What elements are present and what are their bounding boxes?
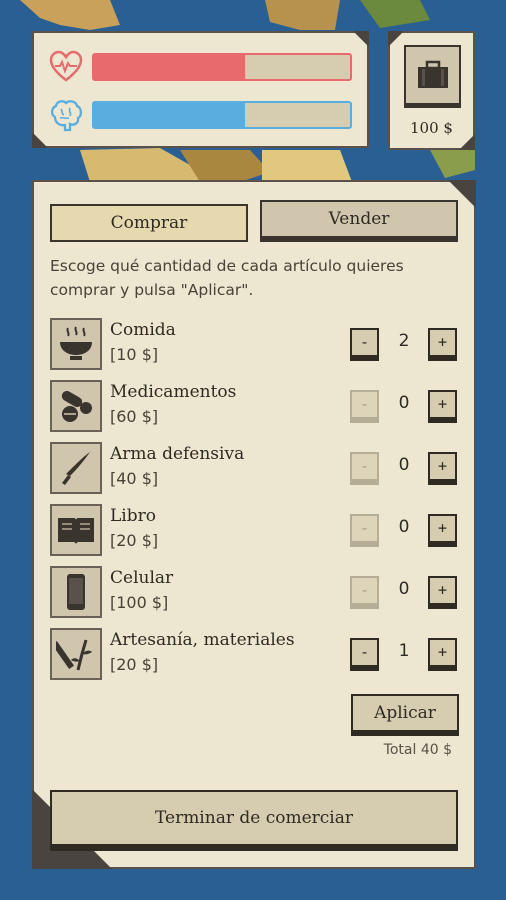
decrease-button[interactable]: - — [350, 576, 379, 605]
instructions-text: Escoge qué cantidad de cada artículo qui… — [50, 257, 404, 299]
item-icon-box — [50, 628, 102, 680]
item-row-weapon: Arma defensiva [40 $] - 0 + — [50, 442, 460, 496]
increase-button[interactable]: + — [428, 638, 457, 667]
item-price: [20 $] — [110, 531, 159, 550]
heart-icon — [49, 50, 83, 82]
item-row-book: Libro [20 $] - 0 + — [50, 504, 460, 558]
item-name: Comida — [110, 320, 176, 340]
quantity-value: 1 — [398, 641, 410, 661]
item-name: Artesanía, materiales — [110, 630, 295, 650]
increase-button[interactable]: + — [428, 452, 457, 481]
crafts-icon — [56, 639, 92, 671]
quantity-value: 0 — [398, 393, 410, 413]
item-row-crafts: Artesanía, materiales [20 $] - 1 + — [50, 628, 460, 682]
item-name: Medicamentos — [110, 382, 237, 402]
quantity-value: 0 — [398, 579, 410, 599]
book-icon — [58, 518, 94, 544]
finish-trading-button[interactable]: Terminar de comerciar — [50, 790, 458, 846]
mind-row — [48, 97, 352, 133]
inventory-button[interactable] — [404, 45, 461, 105]
item-row-medicine: Medicamentos [60 $] - 0 + — [50, 380, 460, 434]
pills-icon — [61, 391, 92, 422]
item-icon-box — [50, 442, 102, 494]
quantity-value: 2 — [398, 331, 410, 351]
quantity-value: 0 — [398, 455, 410, 475]
apply-button[interactable]: Aplicar — [351, 694, 459, 732]
tab-sell[interactable]: Vender — [260, 200, 458, 238]
health-row — [48, 49, 352, 85]
knife-icon — [62, 452, 90, 485]
quantity-value: 0 — [398, 517, 410, 537]
mind-bar — [92, 101, 352, 129]
item-name: Arma defensiva — [110, 444, 245, 464]
item-icon-box — [50, 318, 102, 370]
item-icon-box — [50, 566, 102, 618]
health-bar — [92, 53, 352, 81]
food-bowl-icon — [60, 326, 92, 360]
item-price: [40 $] — [110, 469, 159, 488]
phone-icon — [67, 574, 85, 610]
item-price: [10 $] — [110, 345, 159, 364]
item-price: [100 $] — [110, 593, 169, 612]
money-amount: 100 $ — [410, 119, 453, 137]
decrease-button[interactable]: - — [350, 328, 379, 357]
brain-icon — [50, 100, 83, 132]
total-amount: Total 40 $ — [383, 742, 452, 758]
mind-bar-fill — [94, 103, 246, 127]
item-row-phone: Celular [100 $] - 0 + — [50, 566, 460, 620]
wallet-panel: 100 $ — [388, 31, 475, 150]
item-icon-box — [50, 504, 102, 556]
health-bar-fill — [94, 55, 246, 79]
increase-button[interactable]: + — [428, 514, 457, 543]
item-price: [20 $] — [110, 655, 159, 674]
item-name: Libro — [110, 506, 156, 526]
increase-button[interactable]: + — [428, 390, 457, 419]
item-icon-box — [50, 380, 102, 432]
decrease-button[interactable]: - — [350, 390, 379, 419]
status-panel — [32, 31, 369, 148]
item-price: [60 $] — [110, 407, 159, 426]
shop-panel: Comprar Vender Escoge qué cantidad de ca… — [32, 180, 476, 869]
decrease-button[interactable]: - — [350, 452, 379, 481]
tab-buy[interactable]: Comprar — [50, 204, 248, 242]
item-row-food: Comida [10 $] - 2 + — [50, 318, 460, 372]
increase-button[interactable]: + — [428, 576, 457, 605]
increase-button[interactable]: + — [428, 328, 457, 357]
item-name: Celular — [110, 568, 174, 588]
decrease-button[interactable]: - — [350, 638, 379, 667]
briefcase-icon — [417, 60, 448, 88]
decrease-button[interactable]: - — [350, 514, 379, 543]
